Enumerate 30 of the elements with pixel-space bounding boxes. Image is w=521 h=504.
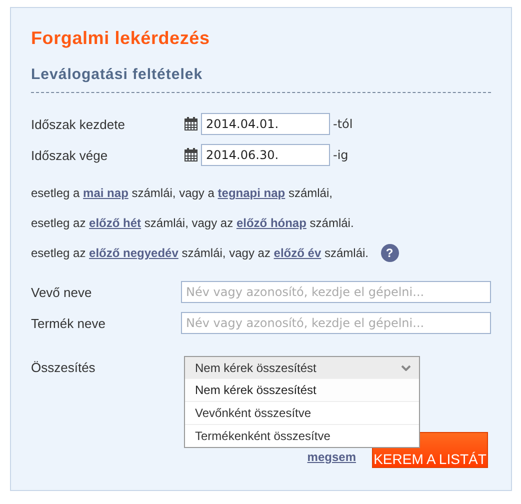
shortcut-sentence: esetleg az előző hét számlái, vagy az előző hónap számlái.: [31, 216, 354, 230]
dropdown-option[interactable]: Vevőnként összesítve: [185, 401, 419, 424]
date-field[interactable]: 2014.06.30.: [201, 144, 330, 166]
field-label: Termék neve: [31, 316, 106, 330]
page-title: Forgalmi lekérdezés: [31, 28, 211, 49]
date-link[interactable]: előző év: [274, 246, 322, 260]
field-label: Összesítés: [31, 359, 96, 375]
cancel-link[interactable]: megsem: [307, 450, 356, 464]
calendar-icon[interactable]: [184, 148, 198, 162]
shortcut-sentence: esetleg az előző negyedév számlái, vagy az előző év számlái.: [31, 246, 368, 260]
section-heading: Leválogatási feltételek: [31, 66, 491, 93]
field-label: Vevő neve: [31, 284, 93, 300]
date-link[interactable]: mai nap: [83, 186, 128, 200]
field-suffix: -ig: [333, 148, 348, 162]
search-field[interactable]: Név vagy azonosító, kezdje el gépelni...: [181, 312, 491, 334]
chevron-down-icon: [401, 364, 411, 370]
date-link[interactable]: tegnapi nap: [218, 186, 286, 200]
date-link[interactable]: előző hónap: [236, 216, 306, 230]
shortcut-sentence: esetleg a mai nap számlái, vagy a tegnapi nap számlái,: [31, 186, 332, 200]
summary-dropdown[interactable]: Nem kérek összesítést: [184, 356, 420, 379]
date-link[interactable]: előző hét: [89, 216, 142, 230]
field-suffix: -tól: [333, 117, 353, 131]
field-label: Időszak kezdete: [31, 116, 126, 132]
date-field[interactable]: 2014.04.01.: [201, 113, 330, 135]
help-icon[interactable]: ?: [380, 244, 398, 262]
date-link[interactable]: előző negyedév: [89, 246, 178, 260]
calendar-icon[interactable]: [184, 117, 198, 131]
search-field[interactable]: Név vagy azonosító, kezdje el gépelni...: [181, 281, 491, 303]
dropdown-option[interactable]: Termékenként összesítve: [185, 424, 419, 447]
field-label: Időszak vége: [31, 148, 109, 162]
